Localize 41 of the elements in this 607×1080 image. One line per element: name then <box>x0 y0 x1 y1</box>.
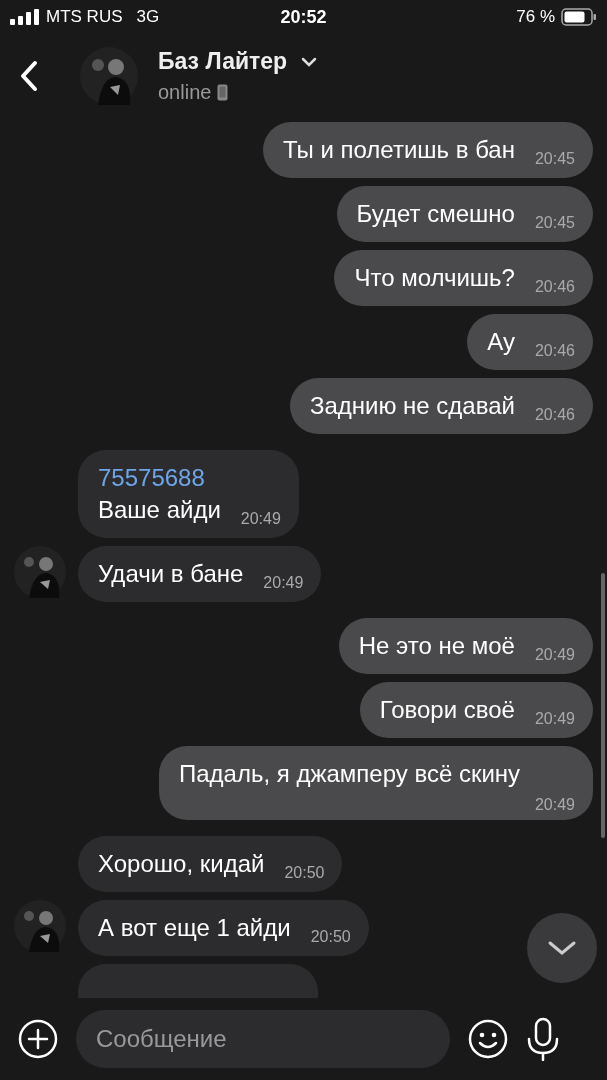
message-text: Говори своё <box>379 695 515 725</box>
message-text: Не это не моё <box>358 631 515 661</box>
message-input[interactable]: Сообщение <box>76 1010 450 1068</box>
message-time: 20:50 <box>310 928 351 946</box>
message-text: Ты и полетишь в бан <box>282 135 515 165</box>
network-type: 3G <box>136 7 160 27</box>
message-time: 20:49 <box>534 646 575 664</box>
message-time: 20:46 <box>534 342 575 360</box>
message-text: А вот еще 1 айди <box>98 913 291 943</box>
message-time: 20:49 <box>263 574 304 592</box>
message-text: Что молчишь? <box>354 263 515 293</box>
emoji-icon[interactable] <box>468 1019 508 1059</box>
message-time: 20:49 <box>240 510 281 528</box>
clock: 20:52 <box>280 6 327 28</box>
message-text: Ваше айди <box>98 495 221 525</box>
id-link[interactable]: 75575688 <box>98 462 281 494</box>
add-icon[interactable] <box>18 1019 58 1059</box>
battery-percent: 76 % <box>516 7 555 27</box>
microphone-icon[interactable] <box>526 1017 560 1061</box>
chevron-down-icon[interactable] <box>301 56 318 67</box>
message-time: 20:50 <box>284 864 325 882</box>
carrier-name: MTS RUS <box>46 7 123 27</box>
message-text: Падаль, я джамперу всё скину <box>179 759 521 789</box>
message-text: Ау <box>487 327 515 357</box>
online-status: online <box>158 81 212 104</box>
message-text: Будет смешно <box>356 199 515 229</box>
back-icon[interactable] <box>20 60 38 92</box>
message-time: 20:49 <box>534 796 575 814</box>
message-time: 20:46 <box>534 406 575 424</box>
phone-icon <box>217 84 229 101</box>
signal-icon <box>10 9 40 25</box>
chevron-down-icon <box>547 940 577 956</box>
message-text: Хорошо, кидай <box>98 849 265 879</box>
battery-icon <box>561 8 597 26</box>
message-time: 20:46 <box>534 278 575 296</box>
message-text: Заднию не сдавай <box>309 391 515 421</box>
message-time: 20:45 <box>534 214 575 232</box>
message-text: Удачи в бане <box>98 559 244 589</box>
contact-name[interactable]: Баз Лайтер <box>158 48 288 75</box>
message-time: 20:49 <box>534 710 575 728</box>
message-time: 20:45 <box>534 150 575 168</box>
